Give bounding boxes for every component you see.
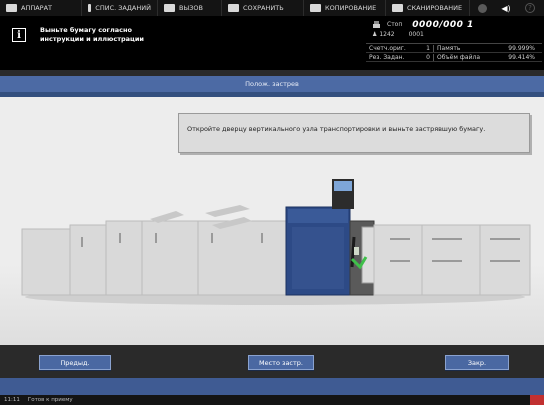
tab-copy[interactable]: КОПИРОВАНИЕ (304, 0, 386, 16)
speaker-icon: ◀) (501, 3, 511, 13)
machine-illustration (21, 179, 531, 305)
jam-location-button[interactable]: Место застр. (248, 355, 314, 370)
filevol-value: 99.414% (508, 53, 535, 61)
tab-save[interactable]: СОХРАНИТЬ (222, 0, 304, 16)
tab-copy-label: КОПИРОВАНИЕ (325, 4, 377, 12)
globe-icon (477, 3, 487, 13)
footer-status: 11:11 Готов к приему (0, 395, 544, 405)
message-line-1: Выньте бумагу согласно (40, 26, 132, 34)
info-icon: i (12, 28, 26, 42)
user-icon: ♟ (372, 31, 378, 38)
status-counter: 0000/000 1 (412, 19, 474, 30)
message-text: Выньте бумагу согласно инструкции и иллю… (40, 26, 144, 44)
tab-scan-label: СКАНИРОВАНИЕ (407, 4, 463, 12)
orig-label: Счетч.ориг. (369, 44, 406, 52)
previous-button[interactable]: Предыд. (39, 355, 111, 370)
alert-indicator[interactable] (530, 395, 544, 405)
footer-text: Готов к приему (27, 397, 73, 403)
save-icon (228, 4, 239, 12)
copy-icon (310, 4, 321, 12)
filevol-label: Объём файла (437, 53, 481, 61)
memory-label: Память (437, 44, 461, 52)
volume-button[interactable]: ◀) (494, 0, 518, 16)
top-tab-bar: АППАРАТ СПИС. ЗАДАНИЙ ВЫЗОВ СОХРАНИТЬ КО… (0, 0, 544, 16)
tab-save-label: СОХРАНИТЬ (243, 4, 284, 12)
help-icon: ? (525, 3, 535, 13)
machine-icon (6, 4, 17, 12)
tab-recall[interactable]: ВЫЗОВ (158, 0, 222, 16)
message-line-2: инструкции и иллюстрации (40, 35, 144, 43)
power-save-button[interactable] (470, 0, 494, 16)
job-counter: 0001 (408, 31, 424, 38)
tab-job-list-label: СПИС. ЗАДАНИЙ (95, 4, 151, 12)
tab-scan[interactable]: СКАНИРОВАНИЕ (386, 0, 470, 16)
scan-icon (392, 4, 403, 12)
counter-table: Счетч.ориг. 1 Память 99.999% Рез. Задан.… (366, 43, 542, 62)
reserve-label: Рез. Задан. (369, 53, 405, 61)
orig-value: 1 (412, 44, 434, 52)
user-counter: ♟ 1242 (372, 31, 395, 38)
footer-time: 11:11 (4, 397, 20, 403)
recall-icon (164, 4, 175, 12)
tab-machine[interactable]: АППАРАТ (0, 0, 82, 16)
reserve-value: 0 (412, 53, 434, 61)
message-panel: i Выньте бумагу согласно инструкции и ил… (0, 16, 544, 70)
button-bar: Предыд. Место застр. Закр. (0, 345, 544, 378)
tab-recall-label: ВЫЗОВ (179, 4, 203, 12)
tab-machine-label: АППАРАТ (21, 4, 53, 12)
printer-icon (373, 20, 380, 28)
footer-strip (0, 378, 544, 395)
page-title: Полож. застрев (0, 76, 544, 92)
close-button[interactable]: Закр. (445, 355, 509, 370)
jam-illustration-area: Откройте дверцу вертикального узла транс… (0, 97, 544, 345)
memory-value: 99.999% (508, 44, 535, 52)
tab-job-list[interactable]: СПИС. ЗАДАНИЙ (82, 0, 158, 16)
status-panel: Стоп 0000/000 1 ♟ 1242 0001 Счетч.ориг. … (366, 19, 542, 62)
status-state: Стоп (387, 21, 403, 28)
help-button[interactable]: ? (518, 0, 542, 16)
job-list-icon (88, 4, 92, 12)
